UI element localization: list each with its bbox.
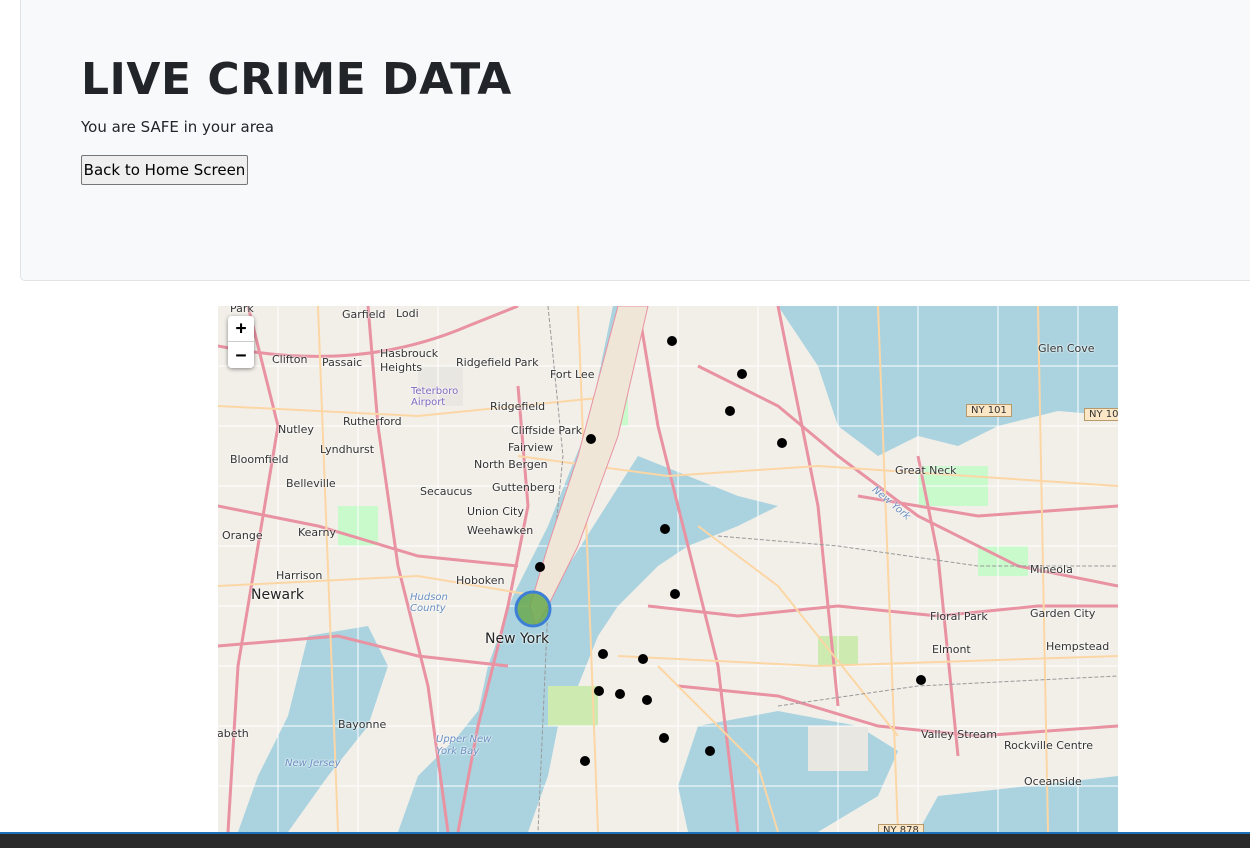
page-title: LIVE CRIME DATA bbox=[81, 54, 512, 105]
incident-marker[interactable] bbox=[598, 649, 608, 659]
header-panel bbox=[20, 0, 1250, 281]
incident-marker[interactable] bbox=[586, 434, 596, 444]
user-location-marker[interactable] bbox=[514, 590, 552, 628]
zoom-out-button[interactable]: − bbox=[228, 342, 254, 368]
incident-marker[interactable] bbox=[535, 562, 545, 572]
incident-marker[interactable] bbox=[638, 654, 648, 664]
incident-marker[interactable] bbox=[660, 524, 670, 534]
incident-marker[interactable] bbox=[642, 695, 652, 705]
incident-marker[interactable] bbox=[737, 369, 747, 379]
zoom-control: + − bbox=[228, 316, 254, 368]
incident-marker[interactable] bbox=[580, 756, 590, 766]
incident-marker[interactable] bbox=[594, 686, 604, 696]
zoom-in-button[interactable]: + bbox=[228, 316, 254, 342]
incident-marker[interactable] bbox=[916, 675, 926, 685]
incident-marker[interactable] bbox=[725, 406, 735, 416]
incident-marker[interactable] bbox=[667, 336, 677, 346]
incident-marker[interactable] bbox=[705, 746, 715, 756]
os-taskbar bbox=[0, 832, 1250, 848]
incident-markers-layer bbox=[514, 336, 926, 766]
safety-status-text: You are SAFE in your area bbox=[81, 118, 274, 136]
incident-marker[interactable] bbox=[777, 438, 787, 448]
incident-marker[interactable] bbox=[670, 589, 680, 599]
crime-map[interactable]: Park Garfield Lodi Clifton Passaic Hasbr… bbox=[218, 306, 1118, 832]
incident-marker[interactable] bbox=[659, 733, 669, 743]
incident-marker[interactable] bbox=[615, 689, 625, 699]
back-to-home-button[interactable]: Back to Home Screen bbox=[81, 155, 248, 185]
